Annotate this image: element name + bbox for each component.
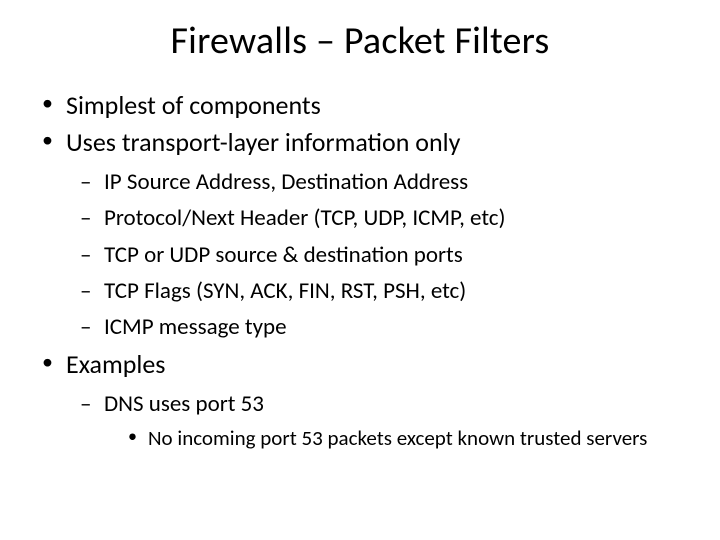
sub-bullet-item: IP Source Address, Destination Address (80, 166, 692, 198)
bullet-list-level2: IP Source Address, Destination Address P… (66, 166, 692, 343)
bullet-item: Examples DNS uses port 53 No incoming po… (38, 347, 692, 454)
sub-bullet-item: TCP or UDP source & destination ports (80, 239, 692, 271)
sub-bullet-item: Protocol/Next Header (TCP, UDP, ICMP, et… (80, 202, 692, 234)
sub-bullet-text: IP Source Address, Destination Address (104, 168, 468, 196)
sub-bullet-text: TCP or UDP source & destination ports (104, 241, 463, 269)
bullet-list-level3: No incoming port 53 packets except known… (104, 424, 692, 453)
sub-bullet-item: TCP Flags (SYN, ACK, FIN, RST, PSH, etc) (80, 275, 692, 307)
bullet-text: Simplest of components (66, 89, 321, 121)
sub-sub-bullet-item: No incoming port 53 packets except known… (126, 424, 692, 453)
slide-title: Firewalls – Packet Filters (28, 18, 692, 64)
sub-bullet-text: Protocol/Next Header (TCP, UDP, ICMP, et… (104, 204, 505, 232)
sub-bullet-text: TCP Flags (SYN, ACK, FIN, RST, PSH, etc) (104, 277, 466, 305)
bullet-list-level1: Simplest of components Uses transport-la… (28, 88, 692, 454)
bullet-item: Simplest of components (38, 88, 692, 123)
slide-container: Firewalls – Packet Filters Simplest of c… (0, 0, 720, 478)
bullet-text: Examples (66, 348, 165, 380)
sub-sub-bullet-text: No incoming port 53 packets except known… (148, 425, 647, 451)
sub-bullet-item: DNS uses port 53 No incoming port 53 pac… (80, 388, 692, 454)
sub-bullet-text: DNS uses port 53 (104, 390, 264, 418)
bullet-item: Uses transport-layer information only IP… (38, 125, 692, 343)
sub-bullet-item: ICMP message type (80, 311, 692, 343)
bullet-list-level2: DNS uses port 53 No incoming port 53 pac… (66, 388, 692, 454)
sub-bullet-text: ICMP message type (104, 313, 287, 341)
bullet-text: Uses transport-layer information only (66, 126, 460, 158)
